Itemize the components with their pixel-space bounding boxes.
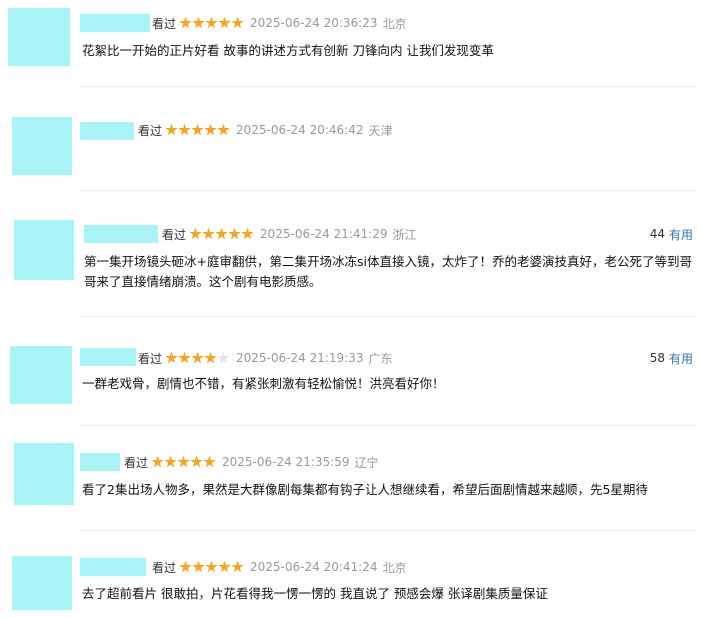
review-location: 浙江: [392, 227, 417, 242]
username-placeholder[interactable]: [80, 122, 134, 140]
star-filled-icon: [151, 455, 164, 468]
username-placeholder[interactable]: [80, 453, 120, 471]
review-time: 2025-06-24 20:46:42: [236, 123, 364, 137]
review-location: 广东: [368, 351, 393, 366]
star-filled-icon: [204, 351, 217, 364]
star-filled-icon: [191, 123, 204, 136]
star-filled-icon: [205, 560, 218, 573]
avatar[interactable]: [14, 220, 74, 280]
review-content: 花絮比一开始的正片好看 故事的讲述方式有创新 刀锋向内 让我们发现变革: [82, 43, 494, 58]
useful-count: 58: [649, 351, 665, 365]
rating-stars: [165, 123, 230, 137]
star-filled-icon: [165, 351, 178, 364]
username-placeholder[interactable]: [80, 558, 146, 576]
watched-label: 看过: [152, 560, 177, 575]
star-filled-icon: [178, 123, 191, 136]
divider: [80, 86, 696, 87]
review-content: 去了超前看片 很敢拍，片花看得我一愣一愣的 我直说了 预感会爆 张译剧集质量保证: [82, 586, 548, 601]
review-location: 北京: [382, 560, 407, 575]
star-filled-icon: [203, 455, 216, 468]
rating-stars: [179, 560, 244, 574]
star-filled-icon: [177, 455, 190, 468]
star-filled-icon: [191, 351, 204, 364]
review-content: 一群老戏骨，剧情也不错，有紧张刺激有轻松愉悦！洪亮看好你！: [82, 376, 445, 391]
divider: [80, 316, 696, 317]
rating-stars: [165, 351, 230, 365]
star-filled-icon: [165, 123, 178, 136]
star-filled-icon: [231, 560, 244, 573]
review-meta: 看过 2025-06-24 20:36:23 北京: [152, 14, 406, 32]
avatar[interactable]: [12, 556, 72, 610]
star-filled-icon: [164, 455, 177, 468]
username-placeholder[interactable]: [80, 348, 136, 366]
watched-label: 看过: [162, 227, 187, 242]
review-meta: 看过 2025-06-24 21:35:59 辽宁: [124, 453, 378, 471]
star-filled-icon: [192, 560, 205, 573]
rating-stars: [151, 455, 216, 469]
star-filled-icon: [231, 16, 244, 29]
star-filled-icon: [178, 351, 191, 364]
watched-label: 看过: [138, 123, 163, 138]
useful-vote: 58 有用: [650, 349, 693, 367]
review-time: 2025-06-24 20:41:24: [250, 560, 378, 574]
star-filled-icon: [215, 227, 228, 240]
review-time: 2025-06-24 21:41:29: [260, 227, 388, 241]
star-filled-icon: [218, 560, 231, 573]
star-filled-icon: [202, 227, 215, 240]
useful-button[interactable]: 有用: [669, 226, 693, 243]
rating-stars: [189, 227, 254, 241]
star-filled-icon: [204, 123, 217, 136]
divider: [80, 190, 696, 191]
review-time: 2025-06-24 20:36:23: [250, 16, 378, 30]
review-meta: 看过 2025-06-24 21:19:33 广东: [138, 349, 392, 367]
rating-stars: [179, 16, 244, 30]
review-meta: 看过 2025-06-24 20:46:42 天津: [138, 121, 392, 139]
watched-label: 看过: [138, 351, 163, 366]
star-filled-icon: [218, 16, 231, 29]
divider: [80, 530, 696, 531]
star-filled-icon: [190, 455, 203, 468]
star-filled-icon: [228, 227, 241, 240]
review-location: 辽宁: [354, 455, 379, 470]
useful-count: 44: [649, 227, 665, 241]
avatar[interactable]: [14, 443, 74, 505]
star-filled-icon: [179, 16, 192, 29]
avatar[interactable]: [8, 8, 70, 66]
star-filled-icon: [192, 16, 205, 29]
star-filled-icon: [217, 123, 230, 136]
avatar[interactable]: [12, 117, 72, 175]
review-content: 第一集开场镜头砸冰+庭审翻供，第二集开场冰冻si体直接入镜，太炸了！乔的老婆演技…: [84, 254, 692, 289]
star-filled-icon: [189, 227, 202, 240]
username-placeholder[interactable]: [80, 14, 150, 32]
review-meta: 看过 2025-06-24 20:41:24 北京: [152, 558, 406, 576]
watched-label: 看过: [124, 455, 149, 470]
review-location: 天津: [368, 123, 393, 138]
star-empty-icon: [217, 351, 230, 364]
star-filled-icon: [179, 560, 192, 573]
useful-button[interactable]: 有用: [669, 350, 693, 367]
watched-label: 看过: [152, 16, 177, 31]
review-time: 2025-06-24 21:35:59: [222, 455, 350, 469]
review-content: 看了2集出场人物多，果然是大群像剧每集都有钩子让人想继续看，希望后面剧情越来越顺…: [82, 482, 648, 497]
review-location: 北京: [382, 16, 407, 31]
username-placeholder[interactable]: [84, 225, 158, 243]
star-filled-icon: [241, 227, 254, 240]
avatar[interactable]: [10, 346, 72, 404]
review-meta: 看过 2025-06-24 21:41:29 浙江: [162, 225, 416, 243]
star-filled-icon: [205, 16, 218, 29]
useful-vote: 44 有用: [650, 225, 693, 243]
review-time: 2025-06-24 21:19:33: [236, 351, 364, 365]
divider: [80, 425, 696, 426]
